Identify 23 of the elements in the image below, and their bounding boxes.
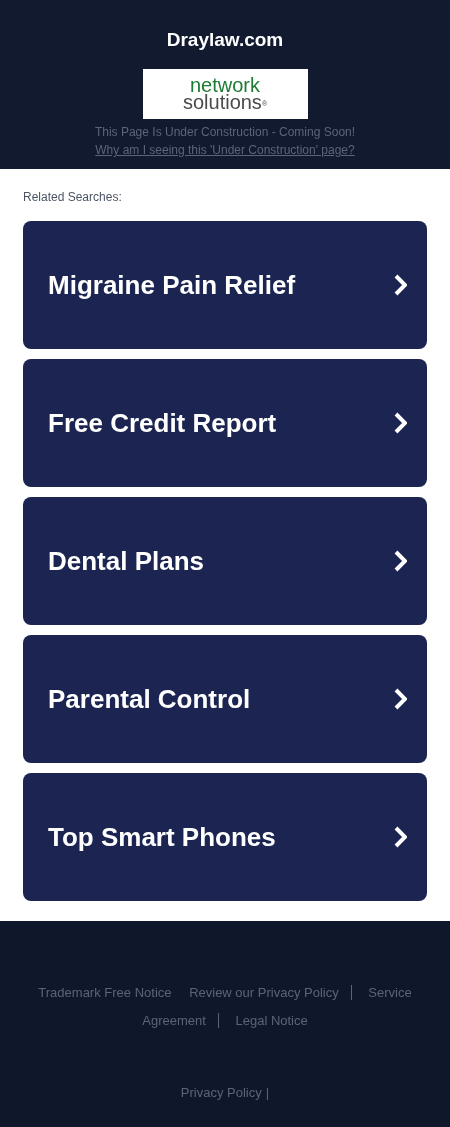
search-card[interactable]: Migraine Pain Relief bbox=[23, 221, 427, 349]
footer-link[interactable]: Agreement bbox=[135, 1013, 219, 1028]
chevron-right-icon bbox=[393, 688, 407, 710]
search-card[interactable]: Dental Plans bbox=[23, 497, 427, 625]
footer-link[interactable]: Review our Privacy Policy bbox=[182, 985, 352, 1000]
footer-link[interactable]: Trademark Free Notice bbox=[31, 985, 179, 1000]
search-card[interactable]: Parental Control bbox=[23, 635, 427, 763]
site-title: Draylaw.com bbox=[166, 28, 284, 52]
footer-link[interactable]: Service bbox=[361, 985, 419, 1000]
notice-text: This Page Is Under Construction - Coming Soon! bbox=[94, 124, 356, 141]
search-card[interactable]: Top Smart Phones bbox=[23, 773, 427, 901]
chevron-right-icon bbox=[393, 274, 407, 296]
footer-link[interactable]: Privacy Policy bbox=[180, 1083, 262, 1103]
logo-text: solutions$^{®}$ bbox=[182, 94, 268, 111]
logo-text: network bbox=[190, 77, 260, 94]
chevron-right-icon bbox=[393, 550, 407, 572]
section-heading: Related Searches: bbox=[23, 189, 123, 206]
search-card[interactable]: Free Credit Report bbox=[23, 359, 427, 487]
separator-text: | bbox=[265, 1084, 270, 1102]
info-link[interactable]: Why am I seeing this 'Under Construction' page? bbox=[95, 141, 355, 159]
chevron-right-icon bbox=[393, 412, 407, 434]
chevron-right-icon bbox=[393, 826, 407, 848]
footer-link[interactable]: Legal Notice bbox=[228, 1013, 315, 1028]
